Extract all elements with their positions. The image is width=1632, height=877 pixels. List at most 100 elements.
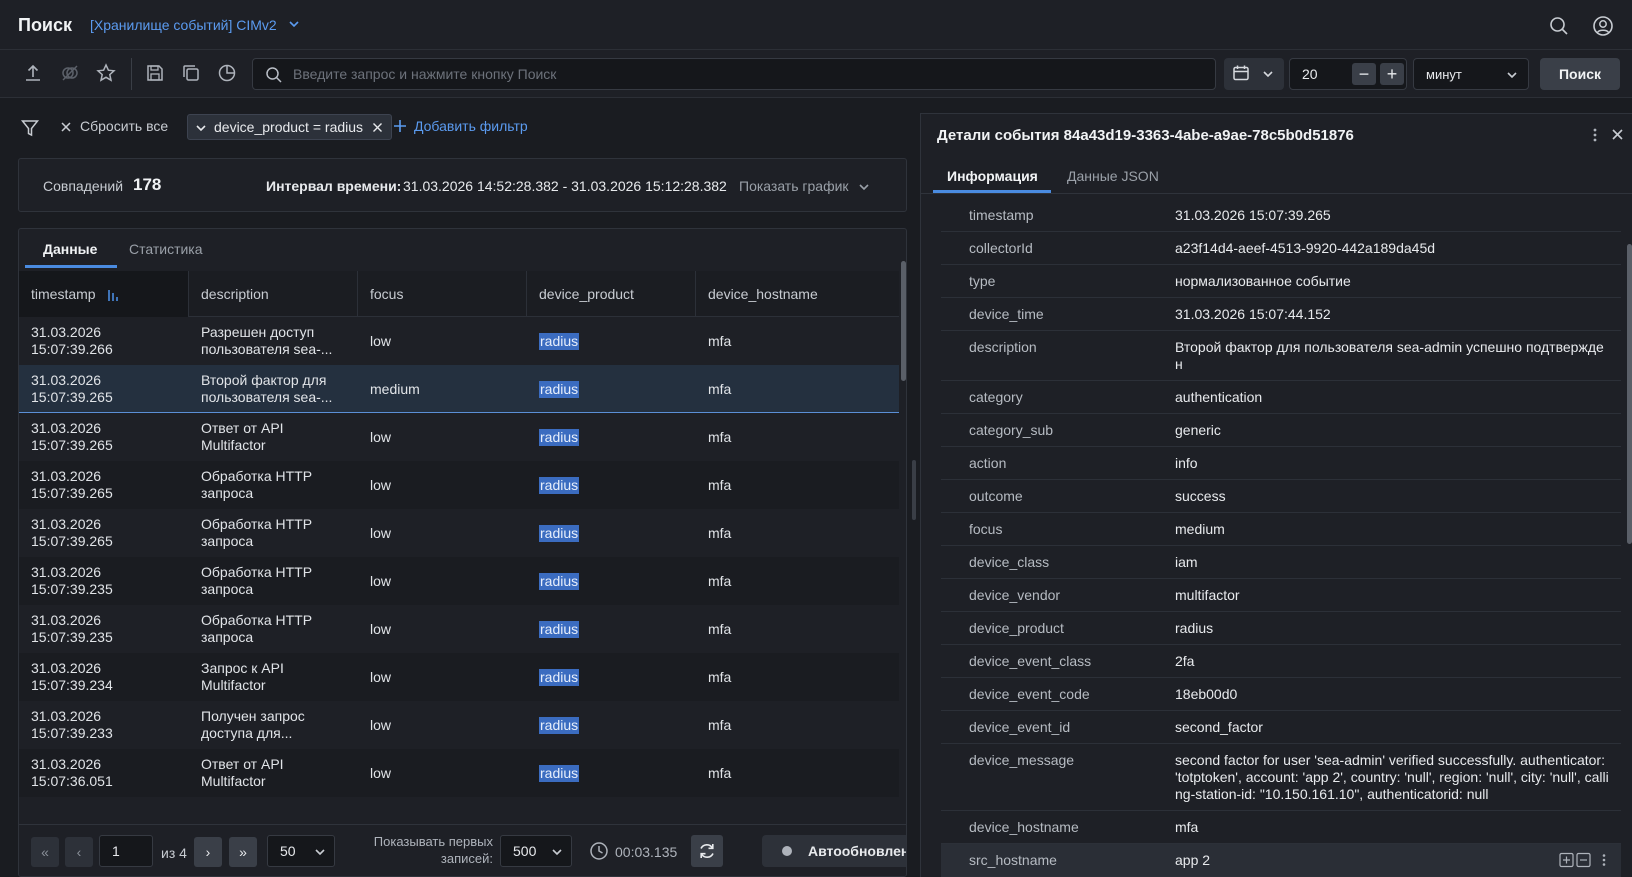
star-icon[interactable] [95, 62, 117, 84]
search-button[interactable]: Поиск [1540, 58, 1620, 90]
first-page-button[interactable]: « [31, 837, 59, 867]
filter-chip[interactable]: device_product = radius [187, 114, 393, 140]
close-icon[interactable] [372, 122, 383, 133]
tab-statistics[interactable]: Статистика [129, 241, 203, 257]
user-icon[interactable] [1592, 15, 1614, 37]
field-key: device_event_id [969, 719, 1071, 735]
field-row[interactable]: device_event_code 18eb00d0 [941, 678, 1621, 711]
table-row[interactable]: 31.03.2026 15:07:39.234 Запрос к API Multif… [19, 653, 899, 701]
more-vertical-icon[interactable] [1587, 126, 1603, 144]
page-input[interactable]: 1 [99, 835, 153, 867]
detail-scrollbar[interactable] [1627, 244, 1632, 544]
cell-line: Обработка HTTP [201, 516, 313, 532]
table-row[interactable]: 31.03.2026 15:07:36.051 Ответ от API Multif… [19, 749, 899, 797]
page-size-select[interactable]: 50 [267, 835, 335, 867]
field-row[interactable]: collectorId a23f14d4-aeef-4513-9920-442a1… [941, 232, 1621, 265]
sort-icon[interactable] [107, 288, 121, 302]
prev-page-button[interactable]: ‹ [65, 837, 93, 867]
field-row[interactable]: timestamp 31.03.2026 15:07:39.265 [941, 199, 1621, 232]
close-icon[interactable] [1611, 128, 1624, 141]
copy-icon[interactable] [180, 62, 202, 84]
field-row[interactable]: device_event_id second_factor [941, 711, 1621, 744]
field-row[interactable]: device_product radius [941, 612, 1621, 645]
column-header-device-hostname[interactable]: device_hostname [696, 271, 866, 317]
limit-select[interactable]: 500 [500, 835, 572, 867]
storage-selector[interactable]: [Хранилище событий] CIMv2 [90, 17, 277, 33]
refresh-button[interactable] [691, 835, 723, 867]
chevron-down-icon[interactable] [288, 18, 300, 30]
elapsed-time: 00:03.135 [615, 844, 678, 860]
table-row[interactable]: 31.03.2026 15:07:39.235 Обработка HTTP запр… [19, 557, 899, 605]
cell-description: Обработка HTTP запроса [201, 557, 351, 605]
table-scrollbar[interactable] [901, 261, 906, 381]
field-row[interactable]: device_message second factor for user 'se… [941, 744, 1621, 811]
close-icon[interactable] [60, 121, 72, 133]
column-header-timestamp[interactable]: timestamp [19, 271, 189, 317]
decrement-button[interactable]: − [1352, 63, 1376, 85]
field-row[interactable]: category authentication [941, 381, 1621, 414]
cell-device-hostname: mfa [708, 605, 858, 653]
cell-text: mfa [708, 428, 732, 445]
table-row[interactable]: 31.03.2026 15:07:39.235 Обработка HTTP запр… [19, 605, 899, 653]
panel-resize-handle[interactable] [912, 460, 916, 520]
calendar-button[interactable] [1224, 58, 1284, 90]
tab-data[interactable]: Данные [43, 241, 97, 257]
show-first-label: Показывать первых записей: [363, 833, 493, 867]
field-row[interactable]: description Второй фактор для пользовател… [941, 331, 1621, 381]
cell-text: medium [370, 380, 420, 397]
auto-refresh-toggle[interactable]: Автообновление [762, 835, 906, 867]
filter-icon[interactable] [20, 118, 40, 138]
last-page-button[interactable]: » [229, 837, 257, 867]
query-field[interactable] [252, 58, 1216, 90]
cell-device-product: radius [539, 365, 689, 413]
field-row[interactable]: category_sub generic [941, 414, 1621, 447]
calendar-icon [1232, 64, 1250, 82]
table-row[interactable]: 31.03.2026 Обработка HTTP low radius mfa [19, 797, 899, 807]
field-actions[interactable] [1559, 852, 1611, 868]
save-icon[interactable] [144, 62, 166, 84]
reset-all-button[interactable]: Сбросить все [80, 118, 168, 134]
tab-information[interactable]: Информация [947, 168, 1038, 184]
cell-focus: low [370, 557, 520, 605]
next-page-button[interactable]: › [194, 837, 222, 867]
unit-select[interactable]: минут [1413, 58, 1529, 90]
tab-json-data[interactable]: Данные JSON [1067, 168, 1159, 184]
table-row[interactable]: 31.03.2026 15:07:39.265 Ответ от API Multif… [19, 413, 899, 461]
field-value: radius [1175, 620, 1214, 636]
period-value[interactable]: 20 [1302, 66, 1318, 82]
filter-chip-label: device_product = radius [214, 119, 364, 135]
table-row[interactable]: 31.03.2026 15:07:39.265 Обработка HTTP запр… [19, 461, 899, 509]
pie-chart-icon[interactable] [216, 62, 238, 84]
chevron-down-icon[interactable] [195, 122, 207, 134]
field-row[interactable]: action info [941, 447, 1621, 480]
table-row[interactable]: 31.03.2026 15:07:39.265 Обработка HTTP запр… [19, 509, 899, 557]
field-key: description [969, 339, 1037, 355]
column-header-focus[interactable]: focus [358, 271, 527, 317]
cell-line: 31.03.2026 [31, 756, 102, 772]
period-stepper[interactable]: 20 − + [1289, 58, 1407, 90]
plus-icon[interactable] [393, 119, 407, 133]
unit-value: минут [1426, 67, 1462, 82]
increment-button[interactable]: + [1380, 63, 1404, 85]
column-header-description[interactable]: description [189, 271, 358, 317]
field-row[interactable]: device_class iam [941, 546, 1621, 579]
upload-icon[interactable] [22, 62, 44, 84]
field-row[interactable]: outcome success [941, 480, 1621, 513]
field-row[interactable]: device_event_class 2fa [941, 645, 1621, 678]
field-row[interactable]: device_time 31.03.2026 15:07:44.152 [941, 298, 1621, 331]
pagination-bar: « ‹ 1 из 4 › » 50 Показывать первых запи… [19, 824, 906, 876]
column-header-device-product[interactable]: device_product [527, 271, 696, 317]
table-row[interactable]: 31.03.2026 15:07:39.266 Разрешен доступ пол… [19, 317, 899, 365]
add-filter-button[interactable]: Добавить фильтр [414, 118, 528, 134]
query-input[interactable] [293, 59, 1203, 89]
cell-line: 31.03.2026 [31, 516, 102, 532]
table-row[interactable]: 31.03.2026 15:07:39.233 Получен запрос дост… [19, 701, 899, 749]
field-row[interactable]: src_hostname app 2 [941, 844, 1621, 877]
field-row[interactable]: device_vendor multifactor [941, 579, 1621, 612]
search-icon[interactable] [1548, 15, 1570, 37]
table-row[interactable]: 31.03.2026 15:07:39.265 Второй фактор для п… [19, 365, 899, 413]
field-row[interactable]: type нормализованное событие [941, 265, 1621, 298]
show-chart-button[interactable]: Показать график [739, 178, 870, 194]
field-row[interactable]: focus medium [941, 513, 1621, 546]
field-row[interactable]: device_hostname mfa [941, 811, 1621, 844]
